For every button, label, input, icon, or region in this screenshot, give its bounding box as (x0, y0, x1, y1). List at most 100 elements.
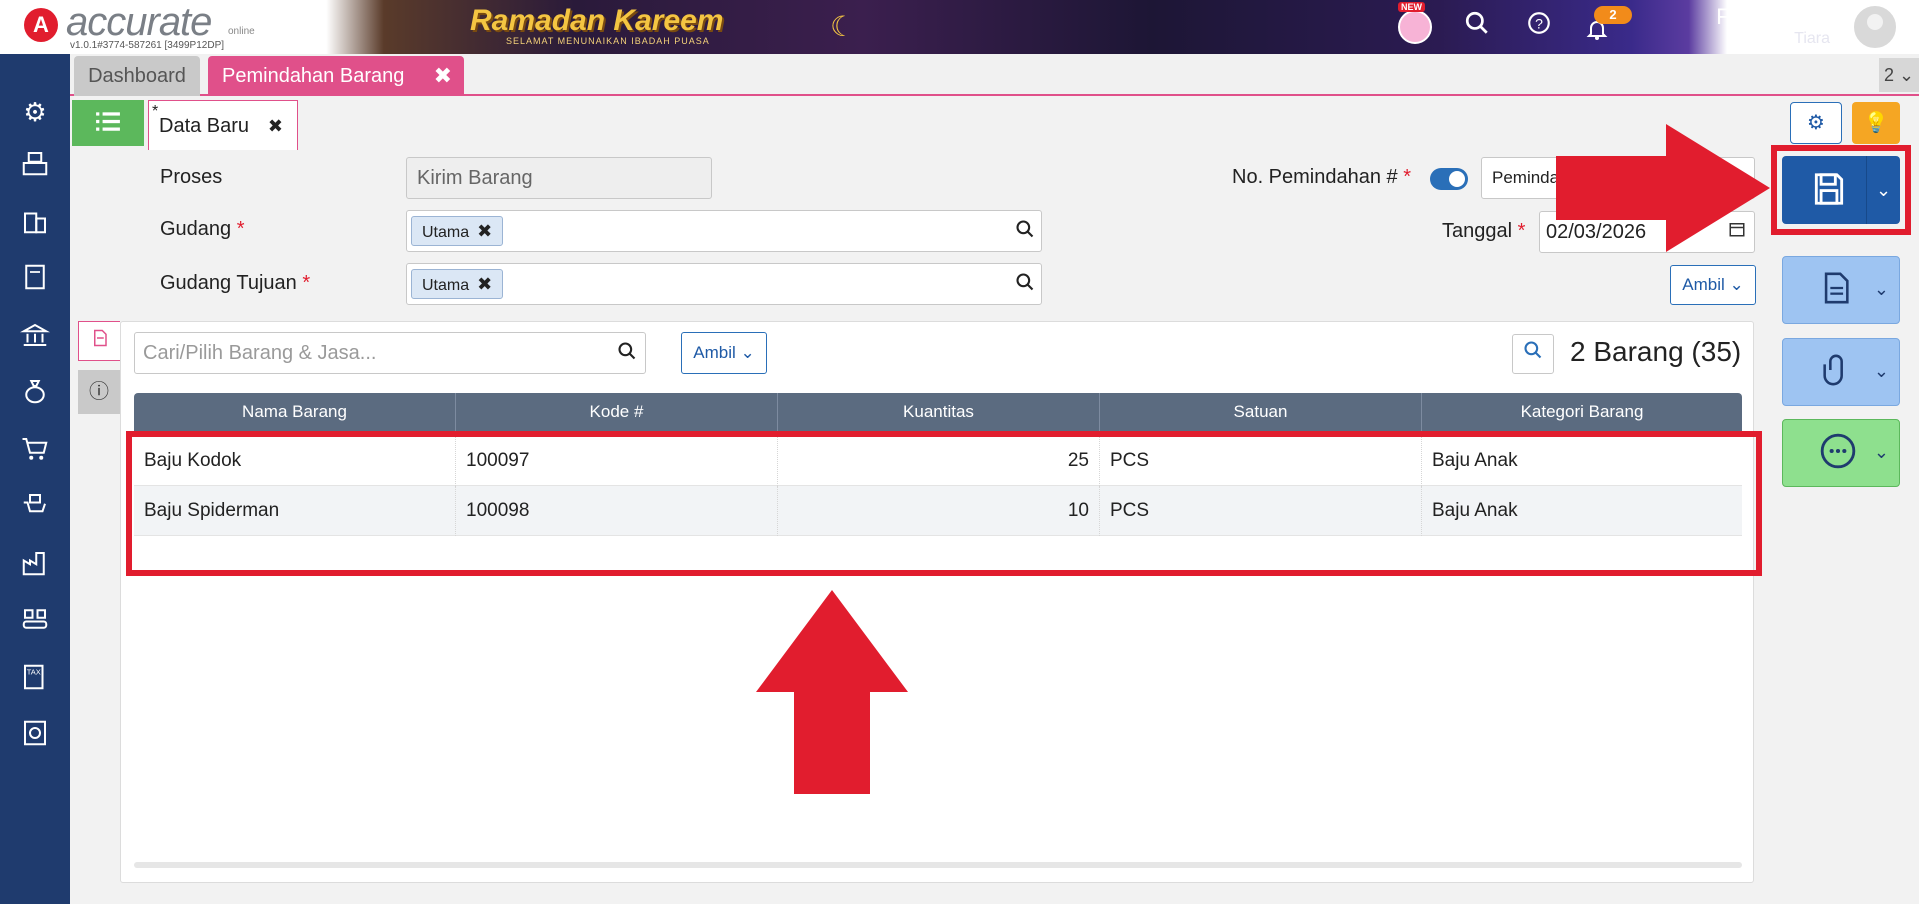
gudang-tujuan-field[interactable]: Utama ✖ (406, 263, 1042, 305)
no-pemindahan-label-text: No. Pemindahan # (1232, 166, 1398, 188)
gudang-tujuan-chip: Utama ✖ (411, 269, 504, 299)
tanggal-label-text: Tanggal (1442, 220, 1513, 242)
col-kuantitas[interactable]: Kuantitas (778, 393, 1100, 431)
chevron-down-icon: ⌄ (1873, 361, 1889, 381)
ambil-label: Ambil (1682, 275, 1725, 294)
user-avatar[interactable] (1852, 4, 1898, 50)
logo-online-text: online (228, 26, 255, 37)
remove-chip-icon[interactable]: ✖ (477, 274, 492, 294)
col-kode[interactable]: Kode # (456, 393, 778, 431)
money-bag-icon[interactable] (15, 376, 55, 416)
col-nama-barang[interactable]: Nama Barang (134, 393, 456, 431)
gudang-field[interactable]: Utama ✖ (406, 210, 1042, 252)
search-icon[interactable] (1015, 272, 1035, 298)
book-icon[interactable] (15, 262, 55, 302)
bank-icon[interactable] (15, 320, 55, 360)
top-header: A accurate online v1.0.1#3774-587261 [34… (0, 0, 1919, 54)
cashier-icon[interactable] (15, 148, 55, 188)
building-icon[interactable] (15, 206, 55, 246)
tab-count-dropdown[interactable]: 2 ⌄ (1879, 58, 1919, 92)
close-icon[interactable]: ✖ (268, 101, 283, 151)
ambil-button-detail[interactable]: Ambil ⌄ (681, 332, 767, 374)
gudang-chip: Utama ✖ (411, 216, 504, 246)
document-button[interactable]: ⌄ (1782, 256, 1900, 324)
gear-icon[interactable]: ⚙ (15, 92, 55, 132)
chevron-down-icon: ⌄ (1873, 279, 1889, 299)
more-actions-button[interactable]: ⌄ (1782, 419, 1900, 487)
svg-text:?: ? (1535, 15, 1543, 31)
required-mark: * (236, 218, 245, 240)
ambil-label: Ambil (693, 343, 736, 362)
banner-title: Ramadan Kareem (470, 4, 724, 37)
table-search-button[interactable] (1512, 334, 1554, 374)
search-icon[interactable] (1460, 10, 1494, 44)
remove-chip-icon[interactable]: ✖ (477, 221, 492, 241)
tab-detail-items[interactable] (78, 321, 120, 361)
new-feature-avatar-icon[interactable] (1398, 10, 1432, 44)
close-icon[interactable]: ✖ (434, 56, 452, 96)
new-tag: NEW (1398, 2, 1425, 12)
report-icon[interactable] (15, 718, 55, 758)
arrow-right-annotation (1556, 124, 1770, 252)
col-satuan[interactable]: Satuan (1100, 393, 1422, 431)
banner-subtitle: SELAMAT MENUNAIKAN IBADAH PUASA (506, 36, 710, 46)
tanggal-label: Tanggal * (1442, 220, 1525, 243)
tab-label: Pemindahan Barang (222, 65, 405, 87)
help-icon[interactable]: ? (1522, 10, 1556, 44)
notification-badge: 2 (1594, 6, 1632, 24)
gudang-tujuan-chip-label: Utama (422, 277, 470, 294)
left-sidebar: ⚙ TAX (0, 54, 70, 904)
save-highlight-box (1771, 145, 1911, 235)
gudang-tujuan-label: Gudang Tujuan * (160, 272, 310, 295)
gudang-tujuan-label-text: Gudang Tujuan (160, 272, 297, 294)
col-kategori-barang[interactable]: Kategori Barang (1422, 393, 1742, 431)
conveyor-icon[interactable] (15, 604, 55, 644)
arrow-up-annotation (756, 590, 908, 794)
table-header: Nama Barang Kode # Kuantitas Satuan Kate… (134, 393, 1742, 431)
tab-info[interactable]: ⓘ (78, 370, 120, 414)
info-icon: ⓘ (89, 381, 109, 403)
logo-text: accurate (66, 0, 212, 44)
gudang-chip-label: Utama (422, 224, 470, 241)
tab-data-baru[interactable]: * Data Baru ✖ (148, 100, 298, 150)
chevron-down-icon: ⌄ (740, 343, 755, 362)
svg-text:TAX: TAX (27, 668, 41, 677)
chevron-down-icon: ⌄ (1729, 275, 1744, 294)
more-dots-icon (1819, 432, 1857, 479)
required-mark: * (302, 272, 311, 294)
gudang-label: Gudang * (160, 218, 245, 241)
gudang-label-text: Gudang (160, 218, 232, 240)
lightbulb-icon[interactable]: 💡 (1852, 102, 1900, 144)
form-tab-label: Data Baru (159, 115, 250, 137)
table-highlight-box (126, 431, 1762, 576)
version-text: v1.0.1#3774-587261 [3499P12DP] (70, 40, 225, 51)
factory-icon[interactable] (15, 548, 55, 588)
required-mark: * (1403, 166, 1412, 188)
proses-field: Kirim Barang (406, 157, 712, 199)
ambil-button-header[interactable]: Ambil ⌄ (1670, 265, 1756, 305)
search-icon[interactable] (617, 335, 637, 375)
chevron-down-icon: ⌄ (1873, 442, 1889, 462)
document-icon (1819, 269, 1853, 316)
horizontal-scrollbar[interactable] (134, 862, 1742, 868)
tax-icon[interactable]: TAX (15, 662, 55, 702)
cart-box-icon[interactable] (15, 490, 55, 530)
settings-button[interactable]: ⚙ (1790, 102, 1842, 144)
proses-label: Proses (160, 166, 223, 188)
list-view-button[interactable] (72, 100, 144, 146)
app-logo[interactable]: A accurate online v1.0.1#3774-587261 [34… (20, 0, 280, 52)
item-search-input[interactable]: Cari/Pilih Barang & Jasa... (134, 332, 646, 374)
attachment-button[interactable]: ⌄ (1782, 338, 1900, 406)
item-count-label: 2 Barang (35) (1570, 336, 1742, 367)
no-pemindahan-label: No. Pemindahan # * (1232, 166, 1411, 189)
search-icon[interactable] (1015, 219, 1035, 245)
auto-number-toggle[interactable] (1430, 168, 1468, 190)
logo-mark-icon: A (24, 8, 58, 42)
modified-indicator: * (152, 103, 159, 120)
required-mark: * (1517, 220, 1526, 242)
cart-icon[interactable] (15, 434, 55, 474)
tab-strip: Dashboard Pemindahan Barang ✖ 2 ⌄ (70, 54, 1919, 96)
tab-pemindahan-barang[interactable]: Pemindahan Barang ✖ (208, 56, 464, 96)
tab-dashboard[interactable]: Dashboard (74, 56, 200, 96)
crescent-moon-icon: ☾ (830, 11, 856, 42)
